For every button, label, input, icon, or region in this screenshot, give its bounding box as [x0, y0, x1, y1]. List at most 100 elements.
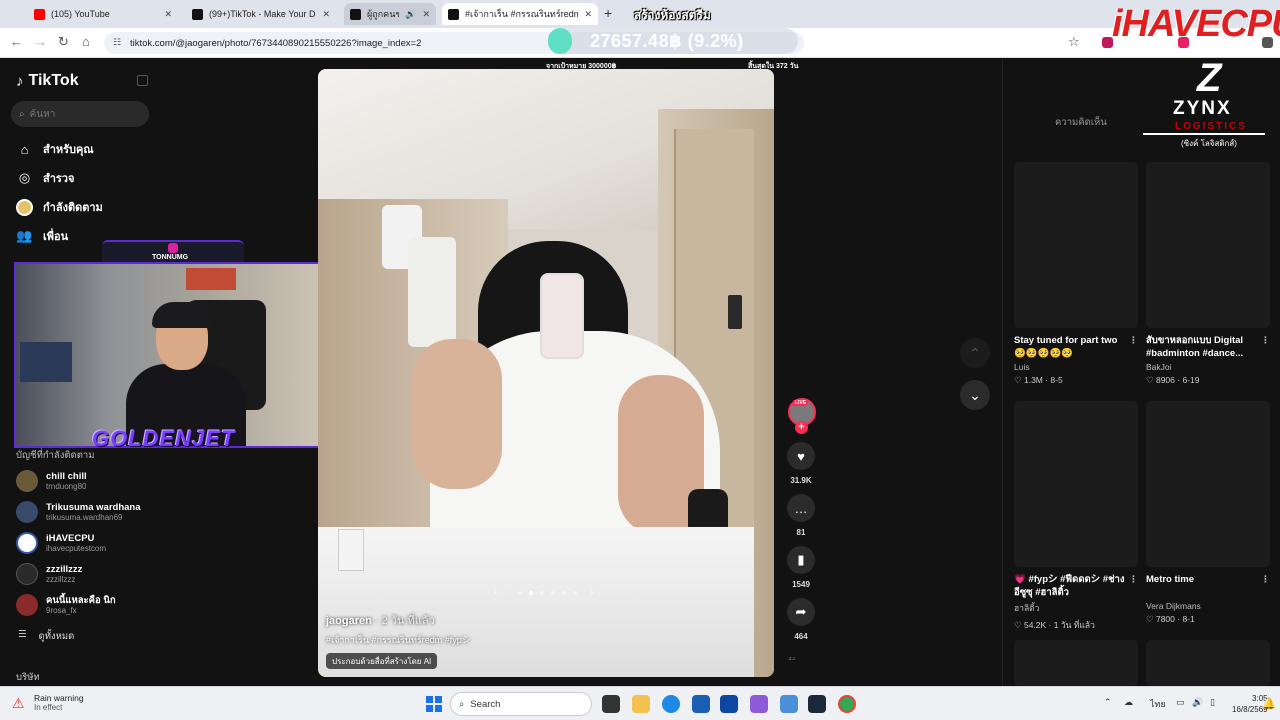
new-tab-button[interactable]: + [604, 5, 612, 21]
home-icon[interactable]: ⌂ [82, 34, 90, 49]
video-card[interactable] [1146, 640, 1270, 686]
video-thumbnail[interactable] [1014, 640, 1138, 686]
forward-arrow-icon[interactable]: → [34, 34, 47, 49]
video-author[interactable]: Luis [1014, 362, 1138, 372]
music-disc-icon[interactable]: ♫♫ [788, 656, 796, 662]
close-tab-icon[interactable]: ✕ [322, 9, 330, 20]
close-tab-icon[interactable]: ✕ [422, 9, 430, 20]
tab-tiktok-home[interactable]: (99+)TikTok - Make Your Day ✕ [186, 3, 336, 25]
search-input[interactable] [29, 108, 130, 120]
carousel-dot[interactable] [562, 591, 566, 595]
tab-comments[interactable]: ความคิดเห็น [1055, 115, 1107, 130]
edge-icon[interactable] [662, 695, 680, 713]
more-options-icon[interactable]: ⋮ [1129, 334, 1138, 347]
close-tab-icon[interactable]: ✕ [584, 9, 592, 20]
language-indicator[interactable]: ไทย [1150, 697, 1166, 711]
cloud-icon[interactable]: ☁ [1124, 697, 1133, 708]
ai-content-label[interactable]: ประกอบด้วยสื่อที่สร้างโดย AI [326, 653, 438, 669]
video-thumbnail[interactable] [1146, 401, 1270, 567]
network-icon[interactable]: ▭ [1176, 697, 1185, 708]
collapse-sidebar-icon[interactable] [137, 75, 148, 86]
tab-youtube[interactable]: (105) YouTube ✕ [28, 3, 178, 25]
like-action[interactable]: ♥ 31.9K [786, 442, 816, 485]
video-title[interactable]: Metro time ⋮ [1146, 573, 1270, 599]
store-icon[interactable] [720, 695, 738, 713]
carousel-dot[interactable] [573, 591, 577, 595]
share-action[interactable]: ➦ 464 [786, 598, 816, 641]
previous-post-button[interactable]: ⌃ [960, 338, 990, 368]
nav-explore[interactable]: ◎ สำรวจ [16, 169, 75, 187]
chrome-icon[interactable] [838, 695, 856, 713]
video-thumbnail[interactable] [1146, 162, 1270, 328]
video-title[interactable]: 💗 #fypシ #ฟีดดดシ #ช่างอีซูซุ #ฮาลิติ้ว ⋮ [1014, 573, 1138, 599]
task-view-icon[interactable] [602, 695, 620, 713]
tab-tiktok-photo[interactable]: #เจ้ากาเร็น #กรรณรินทร์redm #fyp ✕ [442, 3, 598, 25]
more-options-icon[interactable]: ⋮ [1261, 334, 1270, 347]
weather-widget[interactable]: ⚠ Rain warning In effect [12, 693, 84, 713]
steam-icon[interactable] [808, 695, 826, 713]
video-card[interactable]: 💗 #fypシ #ฟีดดดシ #ช่างอีซูซุ #ฮาลิติ้ว ⋮ ฮ… [1014, 401, 1138, 632]
post-photo[interactable]: ‹ › jaogaren · 2 วัน ที่แล้ว #เจ้ากาเร็น… [318, 69, 774, 677]
reload-icon[interactable]: ↻ [58, 34, 69, 50]
following-account[interactable]: คนนี้แหละคือ นิก 9rosa_fx [16, 594, 116, 616]
start-button[interactable] [426, 696, 442, 712]
speaker-icon[interactable]: 🔊 [405, 9, 416, 20]
following-account[interactable]: Trikusuma wardhana trikusuma.wardhan69 [16, 501, 141, 523]
close-tab-icon[interactable]: ✕ [164, 9, 172, 20]
next-post-button[interactable]: ⌄ [960, 380, 990, 410]
back-arrow-icon[interactable]: ← [10, 34, 23, 49]
post-description[interactable]: #เจ้ากาเร็น #กรรณรินทร์redm #fypシ [326, 633, 471, 647]
notification-bell-icon[interactable]: 🔔 [1262, 697, 1276, 710]
post-author[interactable]: jaogaren · 2 วัน ที่แล้ว [326, 611, 435, 629]
bookmark-icon[interactable]: ▮ [787, 546, 815, 574]
tiktok-logo[interactable]: ♪ TikTok [16, 72, 79, 90]
video-card[interactable] [1014, 640, 1138, 686]
following-account[interactable]: chill chill trnduong80 [16, 470, 87, 492]
video-thumbnail[interactable] [1014, 401, 1138, 567]
video-card[interactable]: Stay tuned for part two 🥺🥺🥺🥺🥺 ⋮ Luis ♡ 1.… [1014, 162, 1138, 386]
company-link[interactable]: บริษัท [16, 670, 40, 685]
video-title[interactable]: สับขาหลอกแบบ Digital #badminton #dance..… [1146, 334, 1270, 360]
comment-icon[interactable]: … [787, 494, 815, 522]
battery-icon[interactable]: ▯ [1210, 697, 1215, 708]
app-icon[interactable] [692, 695, 710, 713]
carousel-dot[interactable] [551, 591, 555, 595]
volume-icon[interactable]: 🔊 [1192, 697, 1203, 708]
nav-for-you[interactable]: ⌂ สำหรับคุณ [16, 140, 94, 158]
file-explorer-icon[interactable] [632, 695, 650, 713]
following-account[interactable]: zzzillzzz zzzillzzz [16, 563, 82, 585]
post-author-name[interactable]: jaogaren [326, 615, 372, 627]
taskbar-search[interactable]: ⌕ Search [450, 692, 592, 716]
carousel-dot[interactable] [540, 591, 544, 595]
carousel-dot[interactable] [518, 591, 522, 595]
tray-chevron-icon[interactable]: ⌃ [1104, 697, 1112, 708]
video-thumbnail[interactable] [1014, 162, 1138, 328]
share-icon[interactable]: ➦ [787, 598, 815, 626]
more-options-icon[interactable]: ⋮ [1129, 573, 1138, 586]
following-account[interactable]: iHAVECPU ihavecputestcom [16, 532, 106, 554]
heart-icon[interactable]: ♥ [787, 442, 815, 470]
site-info-icon[interactable]: ☷ [113, 37, 121, 48]
video-card[interactable]: Metro time ⋮ Vera Dijkmans ♡ 7800 · 8-1 [1146, 401, 1270, 625]
video-author[interactable]: Vera Dijkmans [1146, 601, 1270, 611]
video-author[interactable]: BakJoi [1146, 362, 1270, 372]
nav-following[interactable]: กำลังติดตาม [16, 198, 103, 216]
see-all-link[interactable]: ☰ ดูทั้งหมด [18, 629, 74, 644]
photo-prev-arrow-icon[interactable]: ‹ [494, 587, 497, 598]
follow-plus-button[interactable]: + [795, 421, 808, 434]
nav-friends[interactable]: 👥 เพื่อน [16, 227, 68, 245]
bookmark-star-icon[interactable]: ☆ [1068, 34, 1080, 50]
video-author[interactable]: ฮาลิติ้ว [1014, 601, 1138, 615]
video-card[interactable]: สับขาหลอกแบบ Digital #badminton #dance..… [1146, 162, 1270, 386]
save-action[interactable]: ▮ 1549 [786, 546, 816, 589]
more-options-icon[interactable]: ⋮ [1261, 573, 1270, 586]
carousel-dot-active[interactable] [529, 591, 533, 595]
search-box[interactable]: ⌕ [11, 101, 149, 127]
video-thumbnail[interactable] [1146, 640, 1270, 686]
comment-action[interactable]: … 81 [786, 494, 816, 537]
tab-tiktok-audio[interactable]: ผู้ถูกคนชมะ 🔊 ✕ [344, 3, 436, 25]
video-title[interactable]: Stay tuned for part two 🥺🥺🥺🥺🥺 ⋮ [1014, 334, 1138, 360]
photo-next-arrow-icon[interactable]: › [590, 587, 593, 598]
copilot-icon[interactable] [750, 695, 768, 713]
app-icon[interactable] [780, 695, 798, 713]
